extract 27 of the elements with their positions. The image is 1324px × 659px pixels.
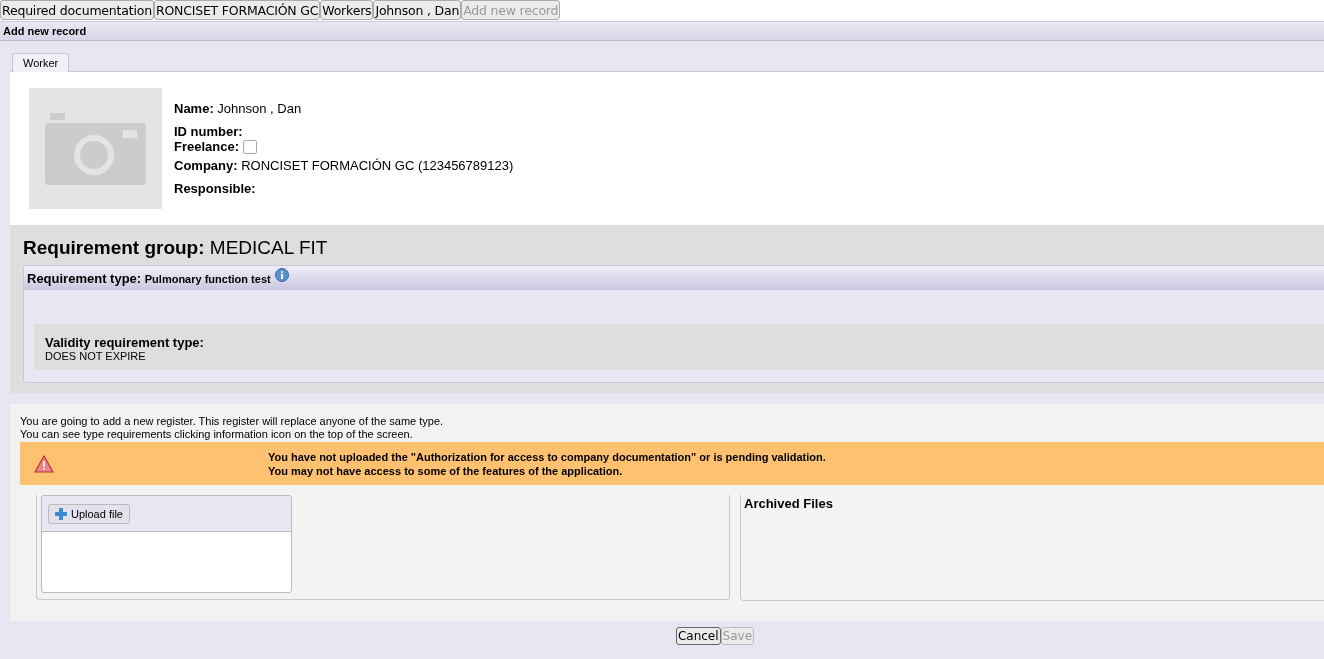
- warning-icon: [34, 454, 54, 473]
- breadcrumb-button[interactable]: Johnson , Dan: [373, 0, 462, 20]
- breadcrumb-button[interactable]: Required documentation: [0, 0, 154, 20]
- field-text: Name: Johnson , Dan: [174, 101, 302, 116]
- action-button[interactable]: Cancel: [675, 627, 721, 645]
- header-title: Add new record: [3, 25, 87, 37]
- note-text: You are going to add a new register. This register will replace anyone of the same type.: [20, 415, 445, 428]
- upload-file-button[interactable]: Upload file: [48, 503, 130, 524]
- requirement-group-title: Requirement group: MEDICAL FIT: [23, 237, 329, 259]
- archived-title: Archived Files: [744, 496, 834, 511]
- requirement-type: Requirement type: Pulmonary function test: [27, 270, 271, 286]
- field-text: ID number:: [174, 124, 243, 139]
- plus-icon: [55, 507, 67, 520]
- info-icon[interactable]: [274, 268, 289, 282]
- note-text: You can see type requirements clicking information icon on the top of the screen.: [20, 428, 414, 441]
- field-text: Company: RONCISET FORMACIÓN GC (123456789123): [174, 158, 514, 173]
- tab[interactable]: Worker: [12, 53, 70, 72]
- breadcrumb-button[interactable]: Workers: [320, 0, 374, 20]
- validity-value: DOES NOT EXPIRE: [45, 350, 147, 362]
- warning-text: You may not have access to some of the features of the application.: [268, 463, 624, 478]
- field-text: Freelance:: [174, 139, 240, 154]
- camera-icon: [45, 112, 146, 185]
- freelance-checkbox[interactable]: [243, 139, 258, 154]
- field-text: Responsible:: [174, 181, 256, 196]
- breadcrumb-button[interactable]: RONCISET FORMACIÓN GC: [153, 0, 321, 20]
- warning-text: You have not uploaded the "Authorization for access to company documentation" or is pending validation.: [268, 449, 826, 464]
- validity-label: Validity requirement type:: [45, 335, 205, 350]
